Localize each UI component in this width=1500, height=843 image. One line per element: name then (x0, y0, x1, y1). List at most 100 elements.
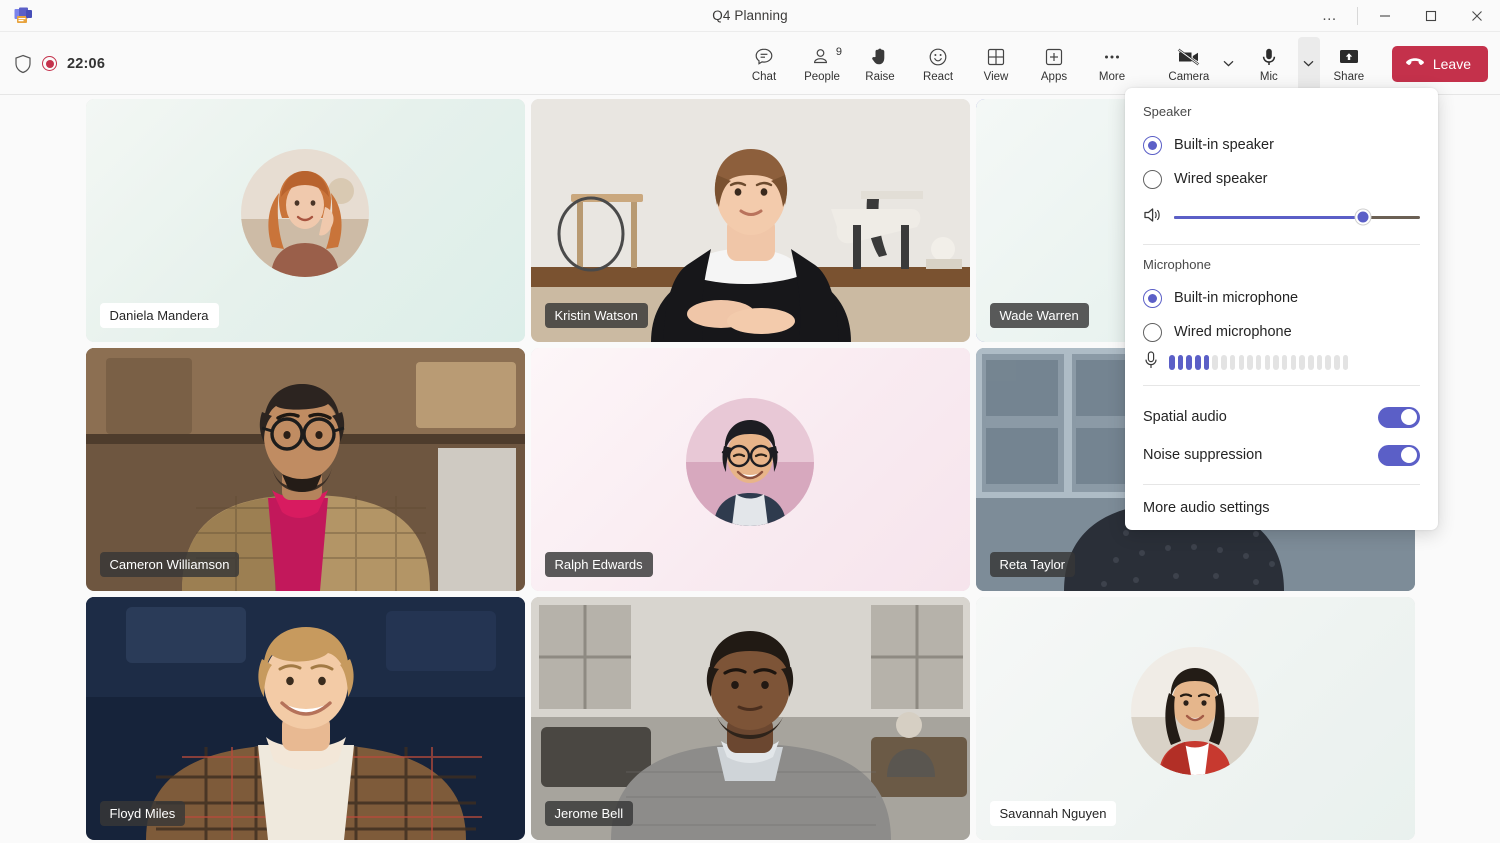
speaker-section-label: Speaker (1143, 104, 1420, 119)
participant-tile[interactable]: Jerome Bell (531, 597, 970, 840)
view-button[interactable]: View (967, 37, 1025, 91)
avatar (241, 149, 369, 277)
leave-label: Leave (1433, 56, 1471, 72)
microphone-option-wired[interactable]: Wired microphone (1143, 315, 1420, 349)
raise-hand-icon (869, 45, 891, 69)
window-controls: … (1307, 0, 1500, 32)
title-bar: Q4 Planning … (0, 0, 1500, 32)
level-bar (1291, 355, 1297, 370)
more-button[interactable]: More (1083, 37, 1141, 91)
hangup-icon (1405, 56, 1425, 72)
level-bar (1308, 355, 1314, 370)
participant-tile[interactable]: Ralph Edwards (531, 348, 970, 591)
people-button[interactable]: 9 People (793, 37, 851, 91)
participant-name: Wade Warren (990, 303, 1089, 328)
noise-suppression-toggle[interactable] (1378, 445, 1420, 466)
window-more-button[interactable]: … (1307, 0, 1353, 32)
camera-options-chevron-down-icon[interactable] (1218, 37, 1240, 91)
maximize-button[interactable] (1408, 0, 1454, 32)
camera-button[interactable]: Camera (1160, 37, 1218, 91)
level-bar (1299, 355, 1305, 370)
meeting-window: Q4 Planning … 22:06 (0, 0, 1500, 843)
toolbar-device-group: Camera Mic Share (1160, 32, 1488, 95)
noise-suppression-label: Noise suppression (1143, 447, 1262, 463)
microphone-option-built-in[interactable]: Built-in microphone (1143, 281, 1420, 315)
divider (1143, 244, 1420, 245)
grid-cell: Savannah Nguyen (973, 594, 1418, 843)
participant-tile[interactable]: Kristin Watson (531, 99, 970, 342)
toolbar-status-group: 22:06 (14, 32, 105, 95)
minimize-button[interactable] (1362, 0, 1408, 32)
close-button[interactable] (1454, 0, 1500, 32)
mic-button[interactable]: Mic (1240, 37, 1298, 91)
mic-options-chevron-down-icon[interactable] (1298, 37, 1320, 91)
apps-label: Apps (1041, 71, 1067, 83)
participant-name: Kristin Watson (545, 303, 648, 328)
speaker-volume-icon (1143, 206, 1163, 229)
level-bar (1265, 355, 1271, 370)
share-screen-icon (1337, 45, 1361, 69)
leave-button[interactable]: Leave (1392, 46, 1488, 82)
divider (1143, 484, 1420, 485)
grid-cell: Daniela Mandera (83, 96, 528, 345)
spatial-audio-label: Spatial audio (1143, 409, 1227, 425)
speaker-option-label: Wired speaker (1174, 171, 1267, 187)
more-label: More (1099, 71, 1125, 83)
chat-button[interactable]: Chat (735, 37, 793, 91)
level-bar (1195, 355, 1201, 370)
divider (1357, 7, 1358, 25)
level-bar (1169, 355, 1175, 370)
people-icon: 9 (811, 45, 833, 69)
radio-selected-icon (1143, 289, 1162, 308)
participant-name: Jerome Bell (545, 801, 634, 826)
react-button[interactable]: React (909, 37, 967, 91)
noise-suppression-row: Noise suppression (1143, 436, 1420, 474)
level-bar (1239, 355, 1245, 370)
recording-timer: 22:06 (67, 56, 105, 72)
volume-slider[interactable] (1174, 216, 1420, 219)
level-bar (1212, 355, 1218, 370)
shield-icon[interactable] (14, 54, 32, 74)
participant-tile[interactable]: Floyd Miles (86, 597, 525, 840)
microphone-icon (1143, 350, 1159, 375)
people-label: People (804, 71, 840, 83)
share-label: Share (1334, 71, 1365, 83)
speaker-option-wired[interactable]: Wired speaker (1143, 162, 1420, 196)
participant-name: Daniela Mandera (100, 303, 219, 328)
level-bar (1230, 355, 1236, 370)
audio-settings-panel: Speaker Built-in speaker Wired speaker M… (1125, 88, 1438, 530)
radio-selected-icon (1143, 136, 1162, 155)
volume-slider-row (1143, 200, 1420, 234)
participant-tile[interactable]: Savannah Nguyen (976, 597, 1415, 840)
level-bar (1325, 355, 1331, 370)
participant-name: Floyd Miles (100, 801, 186, 826)
divider (1143, 385, 1420, 386)
level-bar (1186, 355, 1192, 370)
level-bar (1343, 355, 1349, 370)
speaker-option-built-in[interactable]: Built-in speaker (1143, 128, 1420, 162)
radio-unselected-icon (1143, 170, 1162, 189)
more-audio-settings-link[interactable]: More audio settings (1143, 497, 1420, 516)
microphone-option-label: Built-in microphone (1174, 290, 1298, 306)
raise-hand-button[interactable]: Raise (851, 37, 909, 91)
level-bar (1221, 355, 1227, 370)
apps-button[interactable]: Apps (1025, 37, 1083, 91)
speaker-option-label: Built-in speaker (1174, 137, 1274, 153)
camera-label: Camera (1168, 71, 1209, 83)
emoji-icon (927, 45, 949, 69)
microphone-level-meter (1169, 355, 1348, 370)
grid-cell: Floyd Miles (83, 594, 528, 843)
share-button[interactable]: Share (1320, 37, 1378, 91)
level-bar (1317, 355, 1323, 370)
participant-name: Ralph Edwards (545, 552, 653, 577)
camera-off-icon (1176, 45, 1202, 69)
spatial-audio-toggle[interactable] (1378, 407, 1420, 428)
chat-icon (753, 45, 775, 69)
volume-slider-thumb[interactable] (1356, 210, 1371, 225)
grid-cell: Ralph Edwards (528, 345, 973, 594)
level-bar (1256, 355, 1262, 370)
participant-tile[interactable]: Daniela Mandera (86, 99, 525, 342)
participant-tile[interactable]: Cameron Williamson (86, 348, 525, 591)
window-title: Q4 Planning (0, 8, 1500, 23)
ellipsis-icon (1101, 45, 1123, 69)
